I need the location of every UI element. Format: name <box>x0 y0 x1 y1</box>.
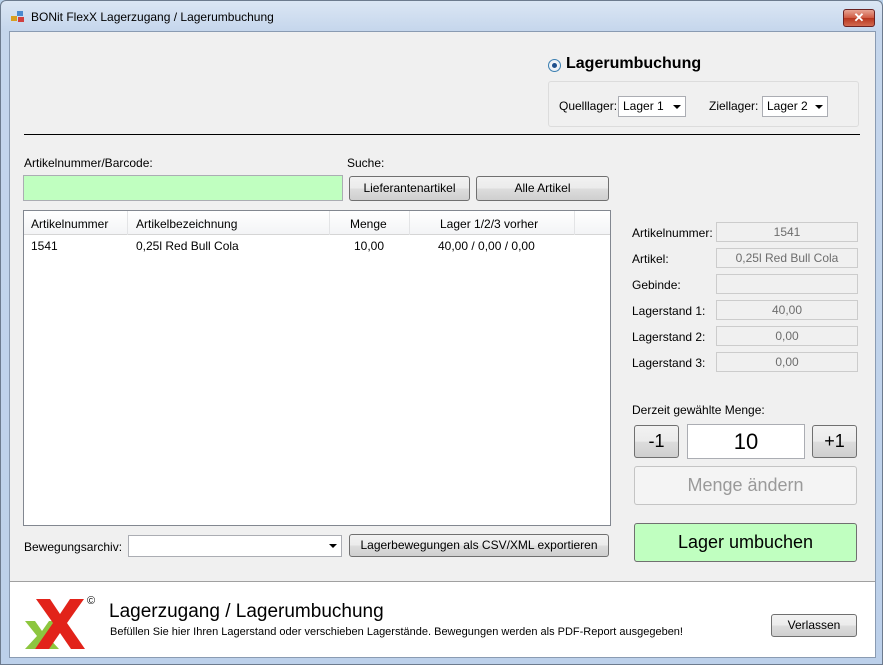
chevron-down-icon <box>815 105 823 109</box>
transfer-radio-label[interactable]: Lagerumbuchung <box>566 55 701 73</box>
archive-label: Bewegungsarchiv: <box>24 540 123 554</box>
detail-label-stock-2: Lagerstand 2: <box>632 330 706 344</box>
list-header: Artikelnummer Artikelbezeichnung Menge L… <box>24 211 610 235</box>
app-icon <box>11 11 25 23</box>
detail-label-stock-3: Lagerstand 3: <box>632 356 706 370</box>
app-window: BONit FlexX Lagerzugang / Lagerumbuchung… <box>0 0 883 665</box>
close-icon: ✕ <box>853 10 865 25</box>
footer-title: Lagerzugang / Lagerumbuchung <box>109 601 384 622</box>
detail-container <box>716 274 858 294</box>
bonit-logo: © <box>23 595 95 649</box>
change-quantity-button[interactable]: Menge ändern <box>634 466 857 505</box>
column-header-stock[interactable]: Lager 1/2/3 vorher <box>440 217 538 231</box>
row-article-name: 0,25l Red Bull Cola <box>136 239 239 253</box>
barcode-input[interactable] <box>23 175 343 201</box>
target-warehouse-value: Lager 2 <box>767 99 808 113</box>
separator-line <box>24 134 860 135</box>
source-warehouse-label: Quelllager: <box>559 99 618 113</box>
footer-subtitle: Befüllen Sie hier Ihren Lagerstand oder … <box>110 626 683 638</box>
column-header-qty[interactable]: Menge <box>350 217 387 231</box>
row-quantity: 10,00 <box>354 239 385 253</box>
detail-article: 0,25l Red Bull Cola <box>716 248 858 268</box>
detail-label-article: Artikel: <box>632 252 669 266</box>
column-divider[interactable] <box>127 211 128 235</box>
article-list[interactable]: Artikelnummer Artikelbezeichnung Menge L… <box>23 210 611 526</box>
detail-article-number: 1541 <box>716 222 858 242</box>
transfer-radio[interactable] <box>548 59 561 72</box>
window-title: BONit FlexX Lagerzugang / Lagerumbuchung <box>31 10 274 24</box>
all-articles-button[interactable]: Alle Artikel <box>476 176 609 201</box>
footer-panel: © Lagerzugang / Lagerumbuchung Befüllen … <box>10 581 875 657</box>
column-divider[interactable] <box>409 211 410 235</box>
selected-quantity-label: Derzeit gewählte Menge: <box>632 403 765 417</box>
exit-button[interactable]: Verlassen <box>771 614 857 637</box>
search-label: Suche: <box>347 156 385 170</box>
copyright-mark: © <box>87 595 96 607</box>
column-divider[interactable] <box>574 211 575 235</box>
article-number-label: Artikelnummer/Barcode: <box>24 156 153 170</box>
increment-button[interactable]: +1 <box>812 425 857 458</box>
column-header-number[interactable]: Artikelnummer <box>31 217 108 231</box>
detail-stock-2: 0,00 <box>716 326 858 346</box>
title-bar: BONit FlexX Lagerzugang / Lagerumbuchung… <box>1 1 882 31</box>
column-divider[interactable] <box>329 211 330 235</box>
chevron-down-icon <box>673 105 681 109</box>
source-warehouse-value: Lager 1 <box>623 99 664 113</box>
archive-select[interactable] <box>128 535 342 557</box>
row-article-number: 1541 <box>31 239 58 253</box>
target-warehouse-label: Ziellager: <box>709 99 759 113</box>
supplier-articles-button[interactable]: Lieferantenartikel <box>349 176 470 201</box>
detail-stock-3: 0,00 <box>716 352 858 372</box>
column-header-name[interactable]: Artikelbezeichnung <box>136 217 237 231</box>
transfer-stock-button[interactable]: Lager umbuchen <box>634 523 857 562</box>
table-row[interactable]: 1541 0,25l Red Bull Cola 10,00 40,00 / 0… <box>24 236 610 254</box>
client-area: Lagerumbuchung Quelllager: Lager 1 Ziell… <box>9 31 876 658</box>
detail-label-article-number: Artikelnummer: <box>632 226 713 240</box>
target-warehouse-select[interactable]: Lager 2 <box>762 96 828 117</box>
detail-label-container: Gebinde: <box>632 278 681 292</box>
chevron-down-icon <box>329 544 337 548</box>
source-warehouse-select[interactable]: Lager 1 <box>618 96 686 117</box>
export-movements-button[interactable]: Lagerbewegungen als CSV/XML exportieren <box>349 534 609 557</box>
quantity-input[interactable]: 10 <box>687 424 805 459</box>
bonit-logo-mark <box>25 599 85 649</box>
close-button[interactable]: ✕ <box>843 9 875 27</box>
detail-label-stock-1: Lagerstand 1: <box>632 304 706 318</box>
row-stock-before: 40,00 / 0,00 / 0,00 <box>438 239 535 253</box>
detail-stock-1: 40,00 <box>716 300 858 320</box>
decrement-button[interactable]: -1 <box>634 425 679 458</box>
